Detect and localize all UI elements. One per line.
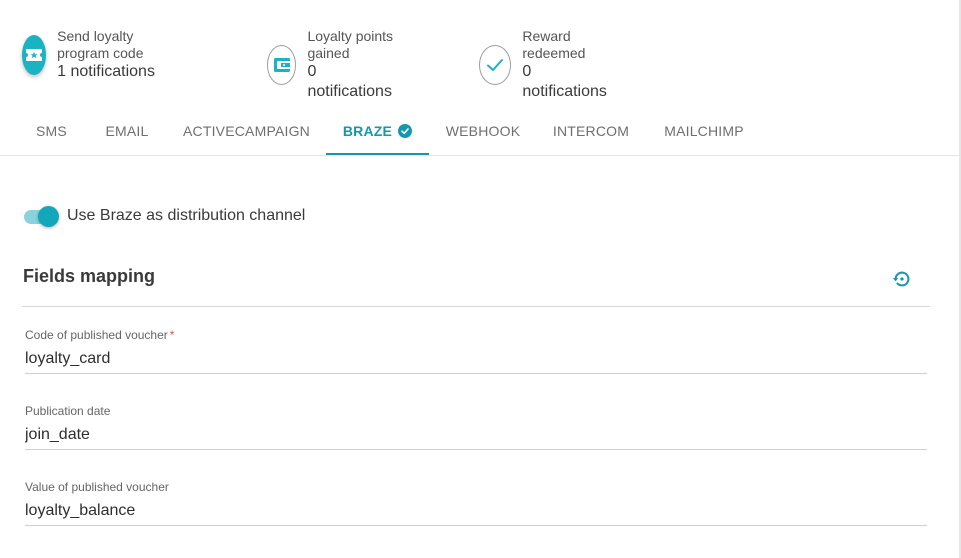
- field-label: Value of published voucher: [25, 480, 169, 494]
- tab-label: SMS: [36, 123, 67, 139]
- distribution-toggle[interactable]: [24, 205, 60, 227]
- field-label: Publication date: [25, 404, 111, 418]
- step-icon: [479, 45, 512, 85]
- tab-label: BRAZE: [342, 123, 393, 139]
- step-count: 0 notifications: [307, 63, 392, 100]
- channel-tabs: SMS EMAIL ACTIVECAMPAIGN BRAZE WEBHOOK I…: [0, 107, 959, 156]
- tab-sms[interactable]: SMS: [23, 107, 80, 155]
- braze-toggle-row: Use Braze as distribution channel: [24, 205, 305, 227]
- step-send-code[interactable]: Send loyalty program code 1 notification…: [22, 28, 158, 82]
- step-title: Reward redeemed: [522, 28, 586, 61]
- publication-date-input[interactable]: [25, 425, 927, 450]
- tab-intercom[interactable]: INTERCOM: [543, 107, 639, 155]
- voucher-code-input[interactable]: [25, 349, 927, 374]
- wallet-icon: [273, 58, 290, 72]
- step-count: 1 notifications: [57, 63, 155, 80]
- step-title: Send loyalty program code: [57, 28, 144, 61]
- tab-mailchimp[interactable]: MAILCHIMP: [652, 107, 756, 155]
- field-label: Code of published voucher: [25, 328, 168, 342]
- tab-activecampaign[interactable]: ACTIVECAMPAIGN: [173, 107, 320, 155]
- restore-icon: [892, 271, 910, 287]
- tab-label: WEBHOOK: [445, 123, 521, 139]
- tab-braze[interactable]: BRAZE: [326, 107, 429, 155]
- step-icon: [267, 45, 297, 85]
- toggle-thumb: [38, 206, 59, 227]
- tab-email[interactable]: EMAIL: [92, 107, 162, 155]
- toggle-label: Use Braze as distribution channel: [67, 207, 306, 224]
- page: Send loyalty program code 1 notification…: [0, 0, 961, 558]
- tab-label: INTERCOM: [552, 123, 630, 139]
- required-mark: *: [169, 328, 175, 342]
- step-count: 0 notifications: [522, 63, 607, 100]
- active-tab-indicator: [326, 153, 429, 155]
- section-title: Fields mapping: [23, 266, 156, 286]
- check-circle-icon: [398, 124, 413, 138]
- tab-webhook[interactable]: WEBHOOK: [436, 107, 530, 155]
- step-title: Loyalty points gained: [307, 28, 394, 61]
- step-icon-active: [22, 35, 47, 75]
- restore-defaults-button[interactable]: [890, 267, 914, 291]
- tab-label: EMAIL: [105, 123, 149, 139]
- ticket-icon: [26, 49, 43, 61]
- field-voucher-code: Code of published voucher *: [25, 327, 927, 374]
- field-publication-date: Publication date: [25, 403, 927, 450]
- voucher-value-input[interactable]: [25, 501, 927, 526]
- step-points-gained[interactable]: Loyalty points gained 0 notifications: [267, 28, 403, 102]
- check-icon: [487, 59, 504, 71]
- tab-label: MAILCHIMP: [664, 123, 744, 139]
- section-divider: [22, 306, 930, 307]
- tab-label: ACTIVECAMPAIGN: [182, 123, 310, 139]
- step-reward-redeemed[interactable]: Reward redeemed 0 notifications: [479, 28, 615, 102]
- field-voucher-value: Value of published voucher: [25, 479, 927, 526]
